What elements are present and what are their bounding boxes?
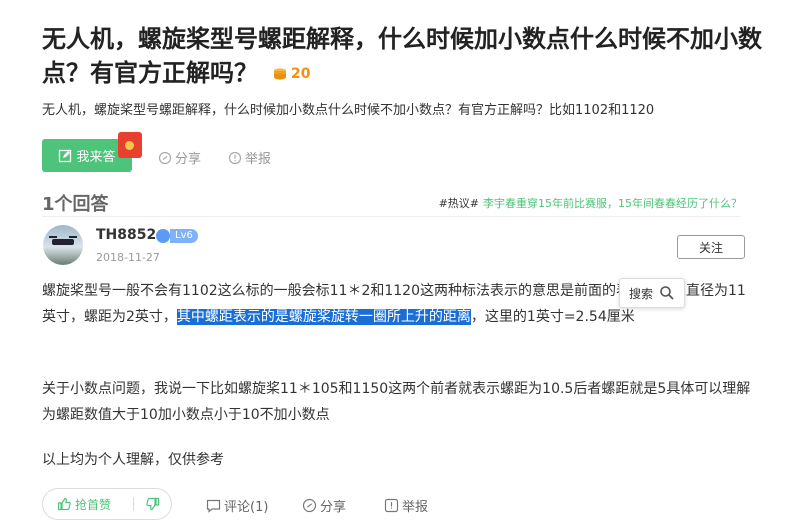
hot-tag: #热议#	[438, 197, 479, 210]
answer-count: 1个回答	[42, 194, 109, 215]
question-title-text: 无人机，螺旋桨型号螺距解释，什么时候加小数点什么时候不加小数点？有官方正解吗？	[42, 25, 762, 87]
share-icon	[158, 151, 172, 164]
red-envelope-icon	[118, 132, 142, 158]
dislike-button[interactable]	[134, 497, 160, 511]
follow-button[interactable]: 关注	[677, 235, 745, 259]
report-label: 举报	[245, 152, 272, 167]
answer-share-button[interactable]: 分享	[302, 496, 346, 515]
like-label: 抢首赞	[75, 497, 112, 512]
share-label: 分享	[175, 152, 202, 167]
question-report-button[interactable]: 举报	[228, 148, 271, 167]
edit-icon	[59, 149, 72, 162]
report-icon	[384, 498, 399, 513]
thumbs-down-icon	[146, 497, 160, 511]
verified-icon	[156, 229, 170, 243]
comment-icon	[206, 499, 221, 513]
comment-label: 评论(1)	[224, 500, 269, 515]
level-badge: Lv6	[170, 229, 198, 243]
answer-date: 2018-11-27	[96, 251, 160, 264]
username[interactable]: TH8852	[96, 227, 156, 243]
avatar[interactable]	[43, 225, 83, 265]
reward-value: 20	[291, 66, 311, 82]
question-share-button[interactable]: 分享	[158, 148, 201, 167]
report-label: 举报	[402, 500, 429, 515]
hot-topic-link[interactable]: 李宇春重穿15年前比赛服，15年间春春经历了什么？	[483, 197, 742, 210]
like-button[interactable]: 抢首赞	[43, 496, 133, 513]
question-title: 无人机，螺旋桨型号螺距解释，什么时候加小数点什么时候不加小数点？有官方正解吗？ 2…	[42, 22, 762, 91]
drone-icon	[49, 236, 77, 245]
answer-paragraph-2: 关于小数点问题，我说一下比如螺旋桨11＊105和1150这两个前者就表示螺距为1…	[42, 381, 751, 423]
hot-topic[interactable]: #热议# 李宇春重穿15年前比赛服，15年间春春经历了什么？	[439, 195, 742, 211]
search-label: 搜索	[628, 286, 653, 301]
answer-paragraph-3: 以上均为个人理解，仅供参考	[42, 452, 224, 468]
answer-text: ，这里的1英寸=2.54厘米	[470, 309, 635, 325]
share-label: 分享	[320, 500, 347, 515]
report-icon	[228, 151, 242, 164]
selected-text: 其中螺距表示的是螺旋桨旋转一圈所上升的距离	[176, 309, 471, 325]
reward-badge: 20	[272, 57, 310, 91]
share-icon	[302, 498, 317, 513]
comment-button[interactable]: 评论(1)	[206, 496, 268, 515]
answer-button-label: 我来答	[76, 150, 116, 165]
search-icon	[660, 286, 674, 300]
selection-search-button[interactable]: 搜索	[619, 278, 685, 308]
answer-report-button[interactable]: 举报	[384, 496, 428, 515]
question-description: 无人机，螺旋桨型号螺距解释，什么时候加小数点什么时候不加小数点？有官方正解吗？比…	[42, 103, 655, 118]
thumbs-up-icon	[57, 497, 71, 511]
coin-icon	[274, 68, 286, 80]
divider	[42, 216, 740, 217]
vote-group: 抢首赞	[42, 488, 172, 520]
